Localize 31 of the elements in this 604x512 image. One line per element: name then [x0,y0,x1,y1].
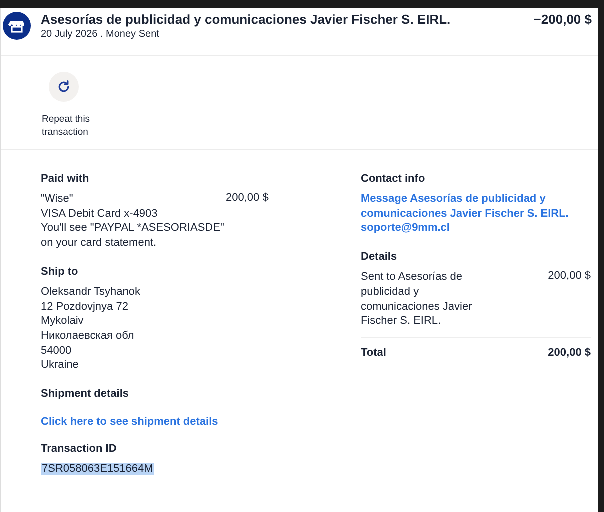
address-line: Ukraine [41,358,80,374]
payment-detail: You'll see "PAYPAL *ASESORIASDE" on your card statement. [41,221,226,251]
total-label: Total [361,346,386,359]
merchant-title: Asesorías de publicidad y comunicaciones Javier Fischer S. EIRL. [41,12,452,28]
address-line: 12 Pozdovjnya 72 [41,300,130,314]
address-line: Николаевская обл [41,328,136,344]
detail-amount: 200,00 $ [548,270,591,284]
message-merchant-link[interactable]: Message Asesorías de publicidad y comunicaciones Javier Fischer S. EIRL. [361,192,591,222]
section-heading: Shipment details [41,387,130,402]
payment-detail: VISA Debit Card x-4903 [41,206,159,222]
payment-detail: "Wise" [41,192,74,207]
section-heading: Ship to [41,264,80,279]
repeat-label: Repeat this transaction [42,113,92,139]
section-heading: Transaction ID [41,442,118,456]
payment-amount: 200,00 $ [226,192,269,206]
refresh-icon [57,80,71,94]
transaction-date-status: 20 July 2026 . Money Sent [41,29,160,40]
address-line: Oleksandr Tsyhanok [41,284,142,300]
email-link[interactable]: soporte@9mm.cl [361,221,591,236]
total-amount: 200,00 $ [548,346,591,359]
address-line: 54000 [41,344,73,358]
section-heading: Contact info [361,172,426,186]
section-heading: Paid with [41,172,90,186]
detail-label: Sent to Asesorías de publicidad y comunicaciones Javier Fischer S. EIRL. [361,270,474,329]
address-line: Mykolaiv [41,314,85,329]
section-heading: Details [361,250,398,264]
transaction-amount: −200,00 $ [534,12,592,27]
store-icon [3,12,31,40]
transaction-id: 7SR058063E151664M [41,462,154,475]
repeat-button[interactable] [49,72,79,102]
shipment-details-link[interactable]: Click here to see shipment details [41,415,218,430]
